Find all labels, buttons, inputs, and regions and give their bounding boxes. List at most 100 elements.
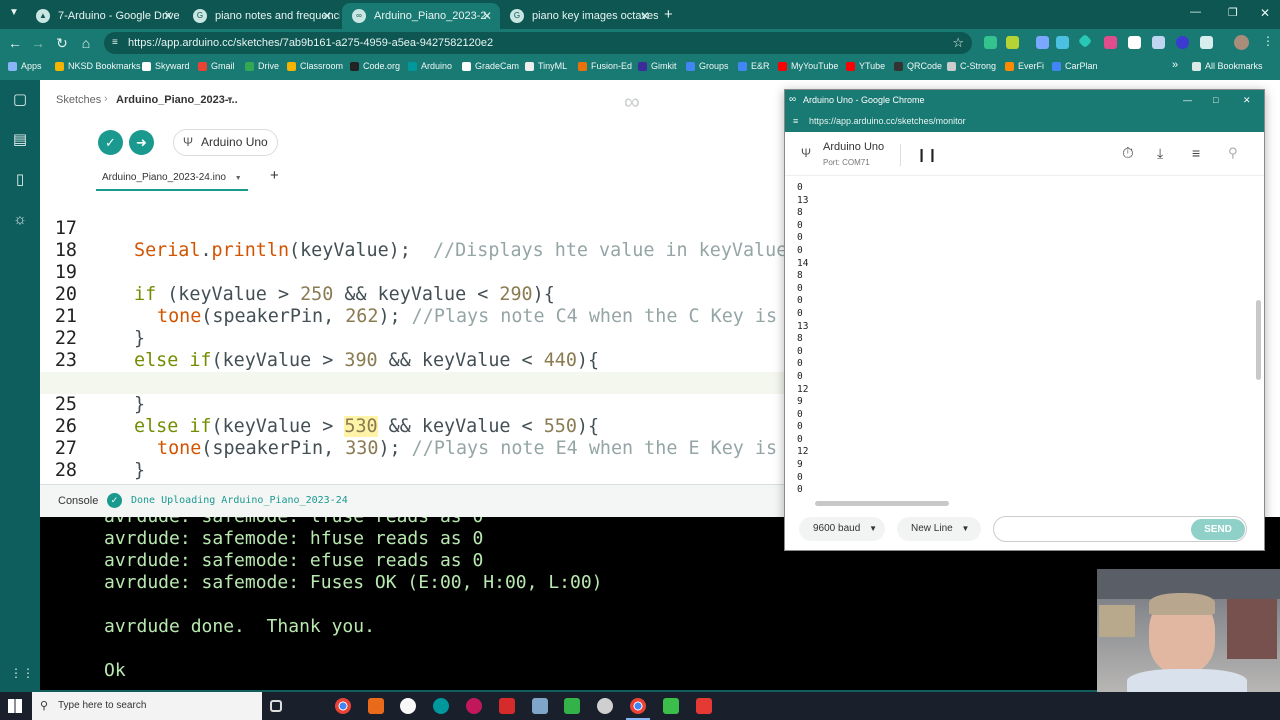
app-icon[interactable]: [696, 698, 712, 714]
download-icon[interactable]: ⤓: [1157, 145, 1163, 162]
browser-tab[interactable]: G piano notes and frequencies - ( ✕: [183, 3, 340, 29]
file-tab-active[interactable]: Arduino_Piano_2023-24.ino ▼: [96, 165, 248, 191]
all-bookmarks[interactable]: All Bookmarks: [1192, 61, 1263, 71]
site-info-icon[interactable]: ≡: [112, 32, 118, 54]
bookmark-item[interactable]: CarPlan: [1052, 61, 1098, 71]
chrome-icon[interactable]: [335, 698, 351, 714]
app-icon[interactable]: [597, 698, 613, 714]
bookmark-item[interactable]: C-Strong: [947, 61, 996, 71]
breadcrumb-sketches[interactable]: Sketches: [56, 94, 101, 106]
minimize-icon[interactable]: —: [1190, 6, 1201, 18]
bookmark-item[interactable]: NKSD Bookmarks: [55, 61, 141, 71]
bookmark-item[interactable]: Apps: [8, 61, 42, 71]
restore-icon[interactable]: ❐: [1228, 6, 1238, 19]
reference-compass-icon[interactable]: ☼: [10, 210, 30, 230]
windows-start-icon[interactable]: [8, 699, 22, 713]
sketch-name[interactable]: Arduino_Piano_2023-...: [116, 94, 238, 106]
code-editor[interactable]: 17 Serial.println(keyValue); //Displays …: [40, 191, 785, 484]
board-selector[interactable]: Ψ Arduino Uno: [173, 129, 278, 156]
new-tab-button[interactable]: +: [664, 6, 673, 23]
bookmark-item[interactable]: Code.org: [350, 61, 400, 71]
sketchbook-icon[interactable]: ▤: [10, 130, 30, 150]
line-ending-select[interactable]: New Line ▼: [897, 517, 981, 541]
home-icon[interactable]: ⌂: [76, 33, 96, 53]
bookmark-item[interactable]: TinyML: [525, 61, 567, 71]
bookmark-item[interactable]: EverFi: [1005, 61, 1044, 71]
browser-tab[interactable]: G piano key images octaves - Go ✕: [500, 3, 658, 29]
chevron-down-icon[interactable]: ▼: [235, 175, 242, 182]
verify-button[interactable]: ✓: [98, 130, 123, 155]
bookmark-item[interactable]: E&R: [738, 61, 770, 71]
vertical-scrollbar[interactable]: [1256, 300, 1261, 380]
bookmark-item[interactable]: QRCode: [894, 61, 942, 71]
close-window-icon[interactable]: ✕: [1260, 6, 1270, 20]
upload-button[interactable]: ➜: [129, 130, 154, 155]
close-icon[interactable]: ✕: [640, 9, 650, 23]
app-icon[interactable]: [368, 698, 384, 714]
bookmark-item[interactable]: Gmail: [198, 61, 235, 71]
bookmark-item[interactable]: GradeCam: [462, 61, 519, 71]
extension-icon[interactable]: [1056, 36, 1069, 49]
app-icon[interactable]: [564, 698, 580, 714]
tab-search-button[interactable]: ▼: [6, 7, 22, 23]
bookmark-item[interactable]: YTube: [846, 61, 885, 71]
bookmark-item[interactable]: Arduino: [408, 61, 452, 71]
sidebar-toggle-icon[interactable]: ▢: [10, 90, 30, 110]
bookmark-label: Drive: [258, 61, 280, 71]
add-file-button[interactable]: +: [270, 167, 279, 184]
arduino-icon[interactable]: [433, 698, 449, 714]
browser-tab-active[interactable]: ∞ Arduino_Piano_2023-24 — Ard ✕: [342, 3, 500, 29]
baud-rate-select[interactable]: 9600 baud ▼: [799, 517, 885, 541]
extensions-puzzle-icon[interactable]: [1200, 36, 1213, 49]
app-icon[interactable]: [400, 698, 416, 714]
close-window-icon[interactable]: ✕: [1243, 90, 1251, 110]
app-icon[interactable]: [532, 698, 548, 714]
bookmark-item[interactable]: Fusion-Ed: [578, 61, 632, 71]
reload-icon[interactable]: ↻: [52, 33, 72, 53]
libraries-icon[interactable]: ▯: [10, 170, 30, 190]
extension-icon[interactable]: [1152, 36, 1165, 49]
extension-icon[interactable]: [984, 36, 997, 49]
menu-icon[interactable]: ⋮: [1262, 34, 1274, 48]
extension-icon[interactable]: [1128, 36, 1141, 49]
taskbar-search[interactable]: ⚲ Type here to search: [32, 692, 262, 720]
bookmark-item[interactable]: Drive: [245, 61, 279, 71]
bookmark-item[interactable]: Skyward: [142, 61, 190, 71]
app-icon[interactable]: [499, 698, 515, 714]
minimize-icon[interactable]: —: [1183, 90, 1192, 110]
send-button[interactable]: SEND: [1191, 519, 1245, 540]
back-icon[interactable]: ←: [5, 33, 25, 53]
forward-icon[interactable]: →: [28, 33, 48, 53]
chrome-active-icon[interactable]: [630, 698, 646, 714]
clear-output-icon[interactable]: ≡: [1192, 145, 1200, 161]
extension-icon[interactable]: [1006, 36, 1019, 49]
close-icon[interactable]: ✕: [482, 9, 492, 23]
console-tab[interactable]: Console: [58, 495, 98, 507]
app-icon[interactable]: [466, 698, 482, 714]
horizontal-scrollbar[interactable]: [815, 501, 949, 506]
search-icon[interactable]: ⚲: [1228, 145, 1238, 161]
chevron-down-icon[interactable]: ▼: [226, 95, 234, 104]
close-icon[interactable]: ✕: [163, 9, 173, 23]
bookmark-item[interactable]: Groups: [686, 61, 729, 71]
bookmarks-bar: Apps NKSD Bookmarks Skyward Gmail Drive …: [0, 56, 1280, 77]
extension-icon[interactable]: [1104, 36, 1117, 49]
browser-tab[interactable]: ▲ 7-Arduino - Google Drive ✕: [26, 3, 181, 29]
bookmark-item[interactable]: Classroom: [287, 61, 343, 71]
profile-avatar[interactable]: [1234, 35, 1249, 50]
bookmark-item[interactable]: MyYouTube: [778, 61, 838, 71]
timestamp-icon[interactable]: ⏱: [1122, 145, 1134, 162]
serial-monitor-icon[interactable]: ⋮⋮: [10, 663, 34, 683]
more-bookmarks-icon[interactable]: »: [1172, 59, 1178, 71]
restore-icon[interactable]: □: [1213, 90, 1218, 110]
pause-button[interactable]: ❙❙: [915, 143, 939, 167]
app-icon[interactable]: [663, 698, 679, 714]
extension-icon[interactable]: [1036, 36, 1049, 49]
task-view-icon[interactable]: [270, 700, 282, 712]
extension-icon[interactable]: [1077, 33, 1093, 49]
address-bar[interactable]: ≡ https://app.arduino.cc/sketches/7ab9b1…: [104, 32, 972, 54]
bookmark-item[interactable]: Gimkit: [638, 61, 677, 71]
close-icon[interactable]: ✕: [322, 9, 332, 23]
bookmark-star-icon[interactable]: ☆: [952, 32, 964, 54]
extension-icon[interactable]: [1176, 36, 1189, 49]
